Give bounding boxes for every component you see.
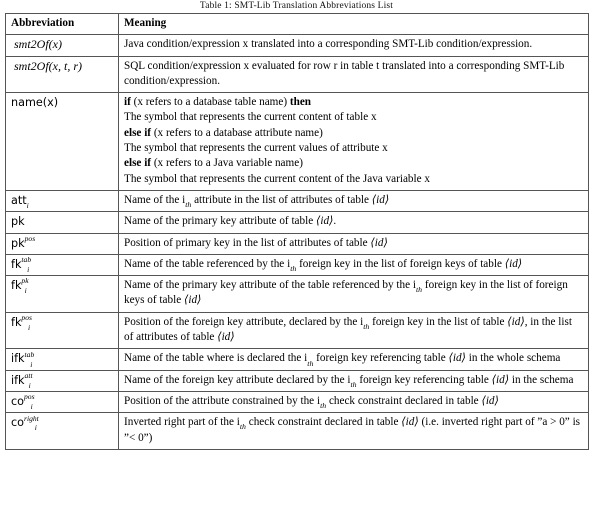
meaning-cell: Name of the primary key attribute of tab… (118, 211, 589, 234)
table-row: fktabi Name of the table referenced by t… (5, 253, 589, 277)
abbrev-cell: corighti (5, 412, 119, 450)
table-row: coposi Position of the attribute constra… (5, 390, 589, 414)
table-row: ifktabi Name of the table where is decla… (5, 348, 589, 371)
abbrev-cell: fkposi (5, 311, 119, 350)
table-row: smt2Of(x) Java condition/expression x tr… (5, 34, 589, 57)
header-abbreviation: Abbreviation (5, 12, 119, 36)
abbrev-symbol: fkpki (11, 276, 29, 296)
abbreviations-table: Abbreviation Meaning smt2Of(x) Java cond… (5, 12, 589, 450)
abbrev-cell: smt2Of(x, t, r) (5, 55, 119, 94)
document-page: Table 1: SMT-Lib Translation Abbreviatio… (0, 0, 593, 525)
table-row: name(x) if (x refers to a database table… (5, 92, 589, 191)
abbrev-symbol: smt2Of(x) (14, 37, 62, 52)
abbrev-cell: atti (5, 189, 119, 213)
table-row: smt2Of(x, t, r) SQL condition/expression… (5, 55, 589, 94)
meaning-line: The symbol that represents the current c… (124, 111, 377, 124)
meaning-line: if (x refers to a database table name) t… (124, 96, 312, 109)
meaning-cell: Name of the primary key attribute of the… (118, 275, 589, 313)
meaning-cell: Java condition/expression x translated i… (118, 34, 589, 57)
meaning-line: else if (x refers to a Java variable nam… (124, 157, 303, 170)
abbrev-symbol: smt2Of(x, t, r) (14, 58, 82, 73)
meaning-cell: Position of the foreign key attribute, d… (118, 311, 589, 350)
abbrev-symbol: atti (11, 193, 29, 211)
table-row: ifkatti Name of the foreign key attribut… (5, 369, 589, 392)
table-row: fkposi Position of the foreign key attri… (5, 311, 589, 350)
abbrev-cell: name(x) (5, 92, 119, 191)
meaning-cell: Name of the ith attribute in the list of… (118, 189, 589, 213)
header-meaning: Meaning (118, 12, 589, 36)
abbrev-cell: fkpki (5, 275, 119, 313)
abbrev-symbol: name(x) (11, 96, 59, 110)
table-caption: Table 1: SMT-Lib Translation Abbreviatio… (199, 1, 394, 11)
abbrev-cell: ifkatti (5, 369, 119, 392)
table-row: pkpos Position of primary key in the lis… (5, 232, 589, 255)
abbrev-cell: smt2Of(x) (5, 34, 119, 57)
abbrev-cell: coposi (5, 390, 119, 414)
meaning-cell: if (x refers to a database table name) t… (118, 92, 589, 191)
meaning-cell: Name of the table referenced by the ith … (118, 253, 589, 277)
abbrev-symbol: coposi (11, 392, 35, 412)
table-row: corighti Inverted right part of the ith … (5, 412, 589, 450)
meaning-cell: Name of the foreign key attribute declar… (118, 369, 589, 392)
abbrev-symbol: ifkatti (11, 370, 33, 390)
abbrev-cell: ifktabi (5, 348, 119, 371)
abbrev-cell: fktabi (5, 253, 119, 277)
meaning-line: The symbol that represents the current c… (124, 172, 430, 185)
abbrev-symbol: corighti (11, 413, 39, 433)
abbrev-cell: pkpos (5, 232, 119, 255)
table-header-row: Abbreviation Meaning (5, 12, 589, 36)
abbrev-symbol: ifktabi (11, 349, 35, 369)
meaning-line: The symbol that represents the current v… (124, 142, 388, 155)
meaning-cell: SQL condition/expression x evaluated for… (118, 55, 589, 94)
meaning-cell: Name of the table where is declared the … (118, 348, 589, 371)
meaning-cell: Inverted right part of the ith check con… (118, 412, 589, 450)
abbrev-symbol: fkposi (11, 313, 32, 332)
meaning-cell: Position of the attribute constrained by… (118, 390, 589, 414)
table-row: pk Name of the primary key attribute of … (5, 211, 589, 234)
abbrev-symbol: pkpos (11, 233, 36, 250)
abbrev-cell: pk (5, 211, 119, 234)
abbrev-symbol: fktabi (11, 255, 32, 275)
abbrev-symbol: pk (11, 215, 25, 229)
meaning-line: else if (x refers to a database attribut… (124, 126, 323, 139)
table-row: atti Name of the ith attribute in the li… (5, 189, 589, 213)
table-row: fkpki Name of the primary key attribute … (5, 275, 589, 313)
meaning-cell: Position of primary key in the list of a… (118, 232, 589, 255)
